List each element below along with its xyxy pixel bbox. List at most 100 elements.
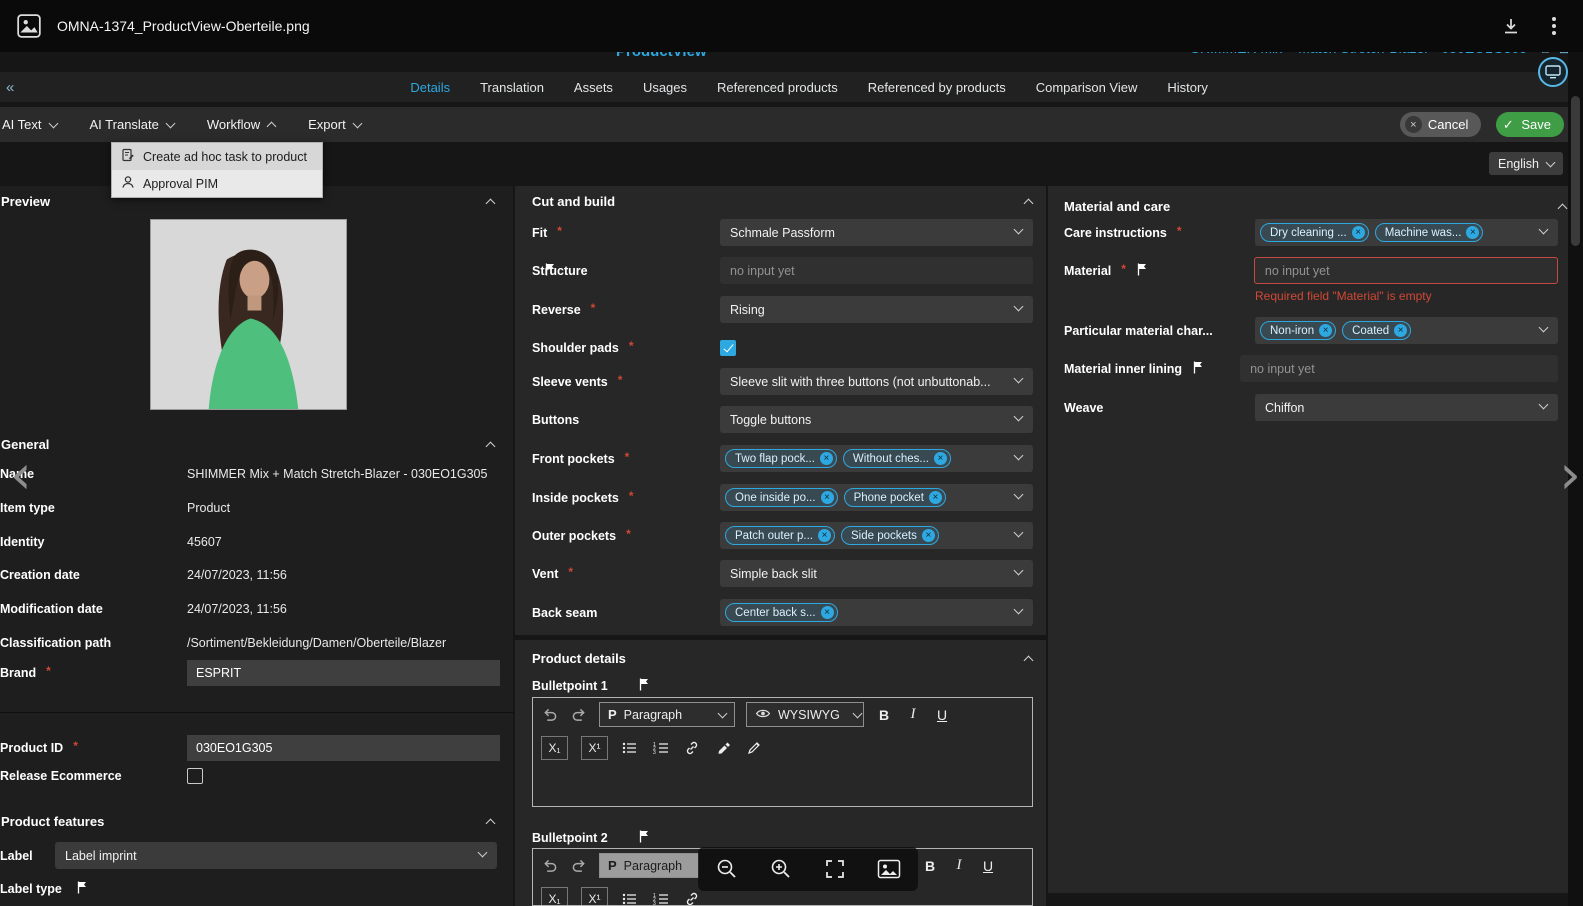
zoom-out-icon[interactable] (714, 856, 740, 882)
tag[interactable]: Without ches...× (843, 449, 951, 468)
product-id-input[interactable]: 030EO1G305 (187, 735, 500, 761)
tag[interactable]: Machine was...× (1375, 223, 1484, 242)
paragraph-style-select[interactable]: P Paragraph (599, 853, 699, 878)
tag[interactable]: Dry cleaning ...× (1260, 223, 1369, 242)
bullet-list-icon[interactable] (621, 887, 639, 906)
collapse-sidebar-icon[interactable]: « (6, 79, 14, 96)
tag[interactable]: Side pockets× (841, 526, 939, 545)
fullscreen-icon[interactable] (822, 856, 848, 882)
pencil-icon[interactable] (745, 736, 763, 760)
menu-item-approval-pim[interactable]: Approval PIM (112, 170, 322, 197)
weave-select[interactable]: Chiffon (1255, 394, 1558, 421)
subscript-button[interactable]: X₁ (541, 736, 568, 760)
tag[interactable]: Coated× (1342, 321, 1411, 340)
menu-ai-text[interactable]: AI Text (2, 117, 57, 132)
tag[interactable]: Two flap pock...× (725, 449, 837, 468)
remove-tag-icon[interactable]: × (929, 491, 942, 504)
collapse-material-and-care-icon[interactable] (1558, 204, 1568, 214)
italic-button[interactable]: I (950, 854, 968, 878)
tag[interactable]: Center back s...× (725, 603, 838, 622)
collapse-cut-and-build-icon[interactable] (1024, 199, 1034, 209)
tab-history[interactable]: History (1167, 80, 1207, 95)
collapse-product-details-icon[interactable] (1024, 656, 1034, 666)
undo-icon[interactable] (541, 703, 559, 727)
release-ecommerce-checkbox[interactable] (187, 768, 203, 784)
remove-tag-icon[interactable]: × (1352, 226, 1365, 239)
underline-button[interactable]: U (933, 703, 951, 727)
sleeve-vents-select[interactable]: Sleeve slit with three buttons (not unbu… (720, 368, 1033, 395)
redo-icon[interactable] (570, 854, 588, 878)
remove-tag-icon[interactable]: × (821, 491, 834, 504)
collapse-preview-icon[interactable] (486, 199, 496, 209)
brand-input[interactable]: ESPRIT (187, 660, 500, 686)
remove-tag-icon[interactable]: × (934, 452, 947, 465)
subscript-button[interactable]: X₁ (541, 887, 568, 906)
shoulder-pads-checkbox[interactable] (720, 340, 736, 356)
wysiwyg-mode-select[interactable]: WYSIWYG (746, 702, 864, 727)
tab-referenced-products[interactable]: Referenced products (717, 80, 838, 95)
remove-tag-icon[interactable]: × (818, 529, 831, 542)
care-instructions-multiselect[interactable]: Dry cleaning ...× Machine was...× (1255, 219, 1558, 246)
paragraph-style-select[interactable]: P Paragraph (599, 702, 735, 727)
tab-usages[interactable]: Usages (643, 80, 687, 95)
structure-input[interactable]: no input yet (720, 257, 1033, 284)
zoom-in-icon[interactable] (768, 856, 794, 882)
bulletpoint1-editor-content[interactable] (533, 764, 1032, 804)
tab-translation[interactable]: Translation (480, 80, 544, 95)
remove-tag-icon[interactable]: × (1466, 226, 1479, 239)
vent-select[interactable]: Simple back slit (720, 560, 1033, 587)
underline-button[interactable]: U (979, 854, 997, 878)
remove-tag-icon[interactable]: × (821, 606, 834, 619)
tag[interactable]: Non-iron× (1260, 321, 1336, 340)
menu-export[interactable]: Export (308, 117, 361, 132)
remove-tag-icon[interactable]: × (922, 529, 935, 542)
image-preview-icon[interactable] (876, 856, 902, 882)
collapse-features-icon[interactable] (486, 819, 496, 829)
bold-button[interactable]: B (875, 703, 893, 727)
tab-comparison-view[interactable]: Comparison View (1036, 80, 1138, 95)
more-options-icon[interactable] (1539, 11, 1569, 41)
superscript-button[interactable]: X¹ (581, 887, 608, 906)
capture-widget-button[interactable] (1538, 57, 1568, 87)
highlighter-icon[interactable] (714, 736, 732, 760)
superscript-button[interactable]: X¹ (581, 736, 608, 760)
save-button[interactable]: ✓ Save (1496, 112, 1564, 137)
collapse-general-icon[interactable] (486, 442, 496, 452)
menu-workflow[interactable]: Workflow (207, 117, 275, 132)
undo-icon[interactable] (541, 854, 559, 878)
remove-tag-icon[interactable]: × (1319, 324, 1332, 337)
language-selector[interactable]: English (1489, 152, 1563, 175)
material-inner-lining-input[interactable]: no input yet (1240, 355, 1558, 382)
tag[interactable]: Phone pocket× (844, 488, 946, 507)
link-icon[interactable] (683, 887, 701, 906)
link-icon[interactable] (683, 736, 701, 760)
remove-tag-icon[interactable]: × (1394, 324, 1407, 337)
inside-pockets-multiselect[interactable]: One inside po...× Phone pocket× (720, 484, 1033, 511)
tag[interactable]: Patch outer p...× (725, 526, 835, 545)
previous-image-arrow[interactable]: ‹ (10, 448, 32, 502)
download-icon[interactable] (1496, 11, 1526, 41)
menu-ai-translate[interactable]: AI Translate (90, 117, 174, 132)
scrollbar-thumb[interactable] (1571, 96, 1580, 246)
outer-pockets-multiselect[interactable]: Patch outer p...× Side pockets× (720, 522, 1033, 549)
bullet-list-icon[interactable] (621, 736, 639, 760)
particular-material-multiselect[interactable]: Non-iron× Coated× (1255, 317, 1558, 344)
next-image-arrow[interactable]: › (1559, 448, 1581, 502)
numbered-list-icon[interactable]: 123 (652, 887, 670, 906)
tab-referenced-by-products[interactable]: Referenced by products (868, 80, 1006, 95)
label-select[interactable]: Label imprint (55, 842, 497, 869)
tag[interactable]: One inside po...× (725, 488, 838, 507)
numbered-list-icon[interactable]: 123 (652, 736, 670, 760)
front-pockets-multiselect[interactable]: Two flap pock...× Without ches...× (720, 445, 1033, 472)
bold-button[interactable]: B (921, 854, 939, 878)
italic-button[interactable]: I (904, 703, 922, 727)
back-seam-multiselect[interactable]: Center back s...× (720, 599, 1033, 626)
reverse-select[interactable]: Rising (720, 296, 1033, 323)
redo-icon[interactable] (570, 703, 588, 727)
remove-tag-icon[interactable]: × (820, 452, 833, 465)
menu-item-create-adhoc-task[interactable]: Create ad hoc task to product (112, 143, 322, 170)
tab-assets[interactable]: Assets (574, 80, 613, 95)
material-input[interactable]: no input yet (1254, 257, 1558, 284)
buttons-select[interactable]: Toggle buttons (720, 406, 1033, 433)
fit-select[interactable]: Schmale Passform (720, 219, 1033, 246)
